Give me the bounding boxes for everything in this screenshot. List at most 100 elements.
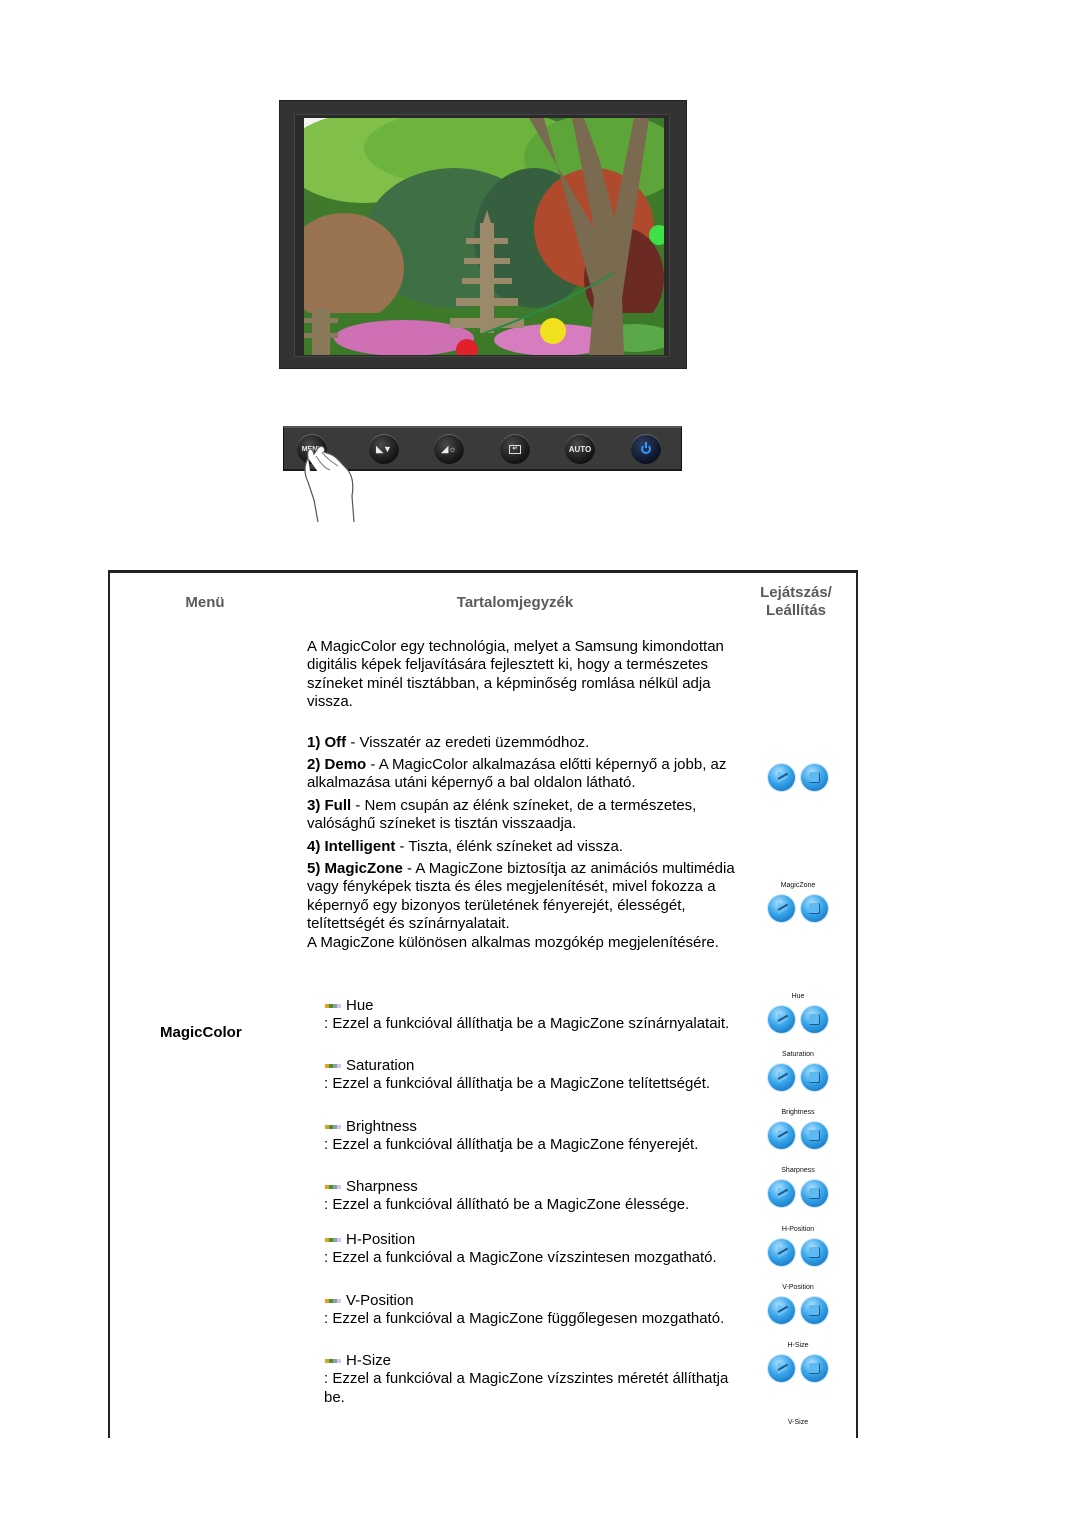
play-button[interactable]	[768, 1006, 795, 1033]
player-brightness: Brightness	[767, 1108, 829, 1149]
mode-number: 2)	[307, 756, 321, 774]
sub-item-title: Sharpness	[346, 1178, 418, 1195]
sub-item-v-position: V-Position : Ezzel a funkcióval a MagicZ…	[324, 1292, 744, 1329]
sub-item-desc: : Ezzel a funkcióval a MagicZone függőle…	[324, 1310, 725, 1328]
garden-scene	[304, 118, 664, 355]
power-button[interactable]	[631, 434, 661, 464]
play-icon	[778, 771, 788, 783]
play-icon	[778, 1129, 788, 1141]
player-h-position: H-Position	[767, 1225, 829, 1266]
play-button[interactable]	[768, 1122, 795, 1149]
play-icon	[778, 1013, 788, 1025]
sub-item-title: H-Size	[346, 1352, 392, 1369]
brightness-icon: ◢☼	[441, 443, 457, 454]
stop-icon	[809, 1305, 820, 1316]
sub-item-desc: : Ezzel a funkcióval állíthatja be a Mag…	[324, 1136, 699, 1154]
play-icon	[778, 1246, 788, 1258]
player-label: H-Position	[781, 1226, 815, 1233]
monitor-illustration	[279, 100, 687, 369]
play-button[interactable]	[768, 1355, 795, 1382]
mode-name: MagicZone	[324, 860, 403, 878]
sub-item-brightness: Brightness : Ezzel a funkcióval állíthat…	[324, 1118, 744, 1155]
mode-item: 5) MagicZone - A MagicZone biztosítja az…	[307, 860, 747, 934]
bullet-icon	[325, 1185, 341, 1190]
power-icon	[641, 442, 651, 454]
enter-button[interactable]: ↵	[500, 434, 530, 464]
stop-button[interactable]	[801, 1180, 828, 1207]
play-icon	[778, 1304, 788, 1316]
player-label	[767, 750, 829, 760]
magicbright-button[interactable]: ◣▼	[369, 434, 399, 464]
player-magiczone: MagicZone	[767, 881, 829, 922]
stop-button[interactable]	[801, 764, 828, 791]
player-label: V-Size	[787, 1419, 809, 1426]
sub-item-title: Hue	[346, 997, 374, 1014]
player-v-size: V-Size	[767, 1418, 829, 1432]
mode-item: 3) Full - Nem csupán az élénk színeket, …	[307, 797, 747, 834]
stop-icon	[809, 1363, 820, 1374]
mode-name: Intelligent	[324, 837, 396, 855]
mode-item: 4) Intelligent - Tiszta, élénk színeket …	[307, 838, 747, 856]
sub-item-desc: : Ezzel a funkcióval a MagicZone vízszin…	[324, 1370, 729, 1406]
sub-item-title: H-Position	[346, 1231, 416, 1248]
stop-icon	[809, 1247, 820, 1258]
play-button[interactable]	[768, 895, 795, 922]
bullet-icon	[325, 1004, 341, 1009]
player-label: V-Position	[782, 1284, 814, 1291]
sub-item-h-position: H-Position : Ezzel a funkcióval a MagicZ…	[324, 1231, 744, 1268]
auto-button[interactable]: AUTO	[565, 434, 595, 464]
sub-item-hue: Hue : Ezzel a funkcióval állíthatja be a…	[324, 997, 744, 1034]
player-label: Hue	[791, 993, 805, 1000]
sub-item-desc: : Ezzel a funkcióval állíthatja be a Mag…	[324, 1015, 730, 1033]
header-play-line1: Lejátszás/	[760, 584, 832, 601]
mode-number: 5)	[307, 860, 321, 878]
stop-button[interactable]	[801, 1239, 828, 1266]
brightness-button[interactable]: ◢☼	[434, 434, 464, 464]
mode-name: Demo	[324, 756, 367, 774]
magicbright-down-icon: ◣▼	[376, 443, 392, 454]
stop-button[interactable]	[801, 895, 828, 922]
mode-number: 3)	[307, 796, 321, 814]
pointing-hand-icon	[304, 445, 355, 523]
sub-item-desc: : Ezzel a funkcióval a MagicZone vízszin…	[324, 1249, 717, 1267]
header-play-stop: Lejátszás/ Leállítás	[746, 584, 846, 620]
play-icon	[778, 1362, 788, 1374]
mode-name: Full	[324, 796, 352, 814]
play-button[interactable]	[768, 764, 795, 791]
mode-item: 2) Demo - A MagicColor alkalmazása előtt…	[307, 756, 747, 793]
play-button[interactable]	[768, 1180, 795, 1207]
sub-item-desc: : Ezzel a funkcióval állíthatja be a Mag…	[324, 1075, 711, 1093]
mode-desc: - Tiszta, élénk színeket ad vissza.	[395, 837, 623, 855]
mode-desc: - A MagicColor alkalmazása előtti képern…	[307, 756, 727, 792]
play-button[interactable]	[768, 1239, 795, 1266]
sub-item-title: Brightness	[346, 1118, 417, 1135]
sub-item-title: Saturation	[346, 1057, 415, 1074]
header-menu: Menü	[185, 594, 225, 611]
bullet-icon	[325, 1238, 341, 1243]
intro-text: A MagicColor egy technológia, melyet a S…	[307, 638, 724, 711]
mode-number: 4)	[307, 837, 321, 855]
stop-button[interactable]	[801, 1122, 828, 1149]
mode-name: Off	[324, 733, 347, 751]
bullet-icon	[325, 1359, 341, 1364]
play-button[interactable]	[768, 1297, 795, 1324]
header-play-line2: Leállítás	[765, 602, 827, 619]
stop-icon	[809, 1014, 820, 1025]
stop-button[interactable]	[801, 1064, 828, 1091]
player-sharpness: Sharpness	[767, 1166, 829, 1207]
auto-icon: AUTO	[568, 444, 592, 454]
sub-item-title: V-Position	[346, 1292, 414, 1309]
player-label: Sharpness	[781, 1167, 815, 1174]
stop-button[interactable]	[801, 1006, 828, 1033]
mode-desc: - Nem csupán az élénk színeket, de a ter…	[307, 796, 697, 833]
play-button[interactable]	[768, 1064, 795, 1091]
player-hue: Hue	[767, 992, 829, 1033]
player-v-position: V-Position	[767, 1283, 829, 1324]
player-demo	[767, 750, 829, 791]
stop-button[interactable]	[801, 1355, 828, 1382]
menu-table: Menü Tartalomjegyzék Lejátszás/ Leállítá…	[108, 570, 858, 1438]
enter-icon: ↵	[509, 444, 521, 454]
player-label: H-Size	[787, 1342, 809, 1349]
stop-icon	[809, 772, 820, 783]
stop-button[interactable]	[801, 1297, 828, 1324]
